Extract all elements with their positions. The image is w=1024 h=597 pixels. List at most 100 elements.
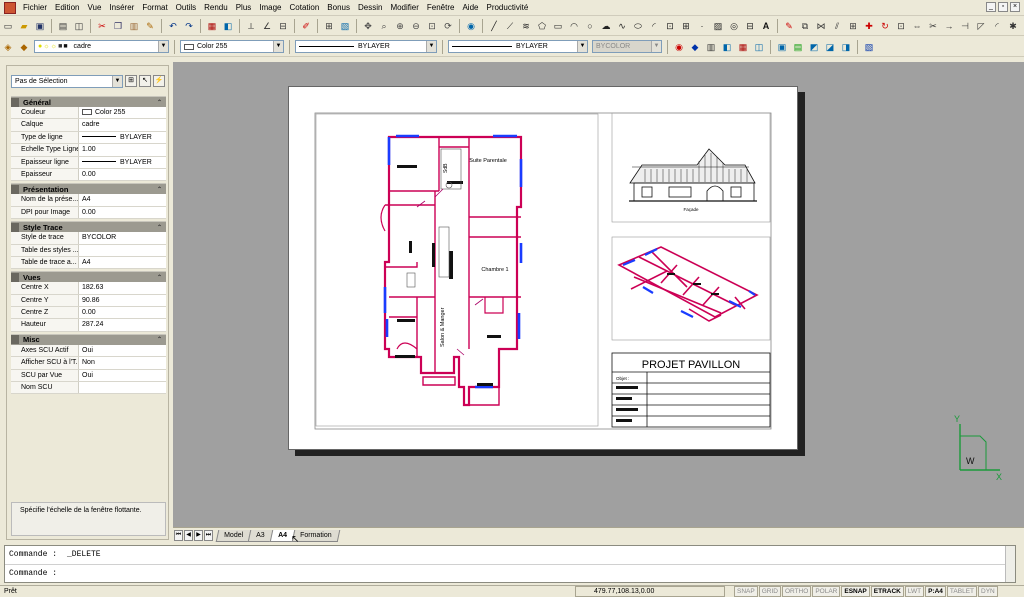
category-general[interactable]: Général ⌃ [11,96,166,107]
tool-icon[interactable]: ◨ [839,40,853,54]
minimize-icon[interactable]: _ [986,2,996,12]
collapse-icon[interactable]: ⌃ [157,274,162,281]
undo-icon[interactable]: ↶ [166,19,180,33]
property-value[interactable]: BYLAYER [79,132,166,143]
properties-icon[interactable]: ▧ [338,19,352,33]
menu-modifier[interactable]: Modifier [386,3,422,12]
category-misc[interactable]: Misc ⌃ [11,333,166,345]
property-row[interactable]: Nom de la prése... A4 [11,194,166,207]
menu-format[interactable]: Format [138,3,171,12]
pan-icon[interactable]: ✥ [361,19,375,33]
polygon-icon[interactable]: ⬠ [535,19,549,33]
property-row[interactable]: Couleur Color 255 [11,107,166,120]
menu-productivite[interactable]: Productivité [482,3,532,12]
print-preview-icon[interactable]: ◫ [72,19,86,33]
ellipse-arc-icon[interactable]: ◜ [647,19,661,33]
property-value[interactable]: Color 255 [79,107,166,118]
ellipse-icon[interactable]: ⬭ [631,19,645,33]
toggle-lwt[interactable]: LWT [904,586,925,597]
tool-icon[interactable]: ◩ [807,40,821,54]
spline-icon[interactable]: ∿ [615,19,629,33]
property-row[interactable]: Calque cadre [11,119,166,132]
point-icon[interactable]: · [695,19,709,33]
zoom-window-icon[interactable]: ⊕ [393,19,407,33]
chevron-down-icon[interactable]: ▼ [273,41,283,52]
copy-icon[interactable]: ❐ [111,19,125,33]
property-value[interactable]: BYLAYER [79,157,166,168]
layer-select[interactable]: ● ☼ ☼ ■ ■ cadre ▼ [34,40,169,53]
stretch-icon[interactable]: ⇔ [910,19,924,33]
property-value[interactable]: 287.24 [79,319,166,330]
first-tab-icon[interactable]: ⏮ [174,530,183,541]
mirror-icon[interactable]: ⋈ [814,19,828,33]
toggle-tablet[interactable]: TABLET [946,586,978,597]
close-icon[interactable]: × [1010,2,1020,12]
menu-bonus[interactable]: Bonus [323,3,354,12]
drawing-area[interactable]: Suite Parentale SdB Chambre 1 Salon & Ma… [173,62,1024,527]
redo-icon[interactable]: ↷ [182,19,196,33]
quick-select-icon[interactable]: ⊞ [125,75,137,87]
array-icon[interactable]: ⊞ [846,19,860,33]
rectangle-icon[interactable]: ▭ [551,19,565,33]
toggle-polar[interactable]: POLAR [812,586,841,597]
chevron-down-icon[interactable]: ▼ [158,41,168,52]
help-icon[interactable]: ◉ [464,19,478,33]
match-properties-icon[interactable]: ✎ [143,19,157,33]
multiline-text-icon[interactable]: A [759,19,773,33]
polyline-icon[interactable]: ≋ [519,19,533,33]
trim-icon[interactable]: ✂ [926,19,940,33]
tool-icon[interactable]: ◫ [752,40,766,54]
scale-icon[interactable]: ⊡ [894,19,908,33]
property-value[interactable]: A4 [79,194,166,205]
construction-line-icon[interactable]: ⟋ [503,19,517,33]
property-row[interactable]: Centre Z 0.00 [11,307,166,320]
tool-icon[interactable]: ◉ [672,40,686,54]
make-current-icon[interactable]: ◆ [17,40,31,54]
regen-icon[interactable]: ⟳ [441,19,455,33]
property-row[interactable]: Echelle Type Ligne 1.00 [11,144,166,157]
menu-inserer[interactable]: Insérer [105,3,138,12]
property-row[interactable]: Type de ligne BYLAYER [11,131,166,145]
command-window[interactable]: Commande : _DELETE Commande : [4,545,1016,583]
property-value[interactable]: Oui [79,345,166,356]
property-row[interactable]: Hauteur 287.24 [11,319,166,332]
tool-icon[interactable]: ▦ [736,40,750,54]
layer-tool-icon[interactable]: ◧ [221,19,235,33]
property-value[interactable] [79,382,166,393]
collapse-icon[interactable]: ⌃ [157,224,162,231]
property-row[interactable]: SCU par Vue Oui [11,369,166,383]
prev-tab-icon[interactable]: ◀ [184,530,193,541]
zoom-extents-icon[interactable]: ⊡ [425,19,439,33]
menu-rendu[interactable]: Rendu [200,3,232,12]
menu-dessin[interactable]: Dessin [354,3,386,12]
property-value[interactable]: 0.00 [79,207,166,218]
print-icon[interactable]: ▤ [56,19,70,33]
make-block-icon[interactable]: ⊞ [679,19,693,33]
last-tab-icon[interactable]: ⏭ [204,530,213,541]
rotate-icon[interactable]: ↻ [878,19,892,33]
property-row[interactable]: Nom SCU [11,382,166,395]
property-value[interactable]: cadre [79,119,166,130]
zoom-previous-icon[interactable]: ⊖ [409,19,423,33]
toggle-dyn[interactable]: DYN [978,586,998,597]
restore-icon[interactable]: ▫ [998,2,1008,12]
toggle-esnap[interactable]: ESNAP [841,586,870,597]
property-row[interactable]: Table des styles ... [11,244,166,257]
copy-object-icon[interactable]: ⧉ [798,19,812,33]
tool-icon[interactable]: ▤ [791,40,805,54]
collapse-icon[interactable]: ⌃ [157,99,162,106]
selection-select[interactable]: Pas de Sélection ▼ [11,74,123,88]
property-row[interactable]: Style de trace BYCOLOR [11,232,166,245]
insert-block-icon[interactable]: ⊡ [663,19,677,33]
menu-edition[interactable]: Edition [51,3,83,12]
property-value[interactable]: Oui [79,370,166,381]
command-prompt[interactable]: Commande : [5,564,1015,582]
tool-icon[interactable]: ▥ [704,40,718,54]
extend-icon[interactable]: → [942,19,956,33]
menu-fenetre[interactable]: Fenêtre [423,3,459,12]
property-value[interactable]: 0.00 [79,307,166,318]
table-icon[interactable]: ⊟ [743,19,757,33]
category-vues[interactable]: Vues ⌃ [11,271,166,283]
menu-vue[interactable]: Vue [83,3,105,12]
property-row[interactable]: Epaisseur ligne BYLAYER [11,156,166,169]
